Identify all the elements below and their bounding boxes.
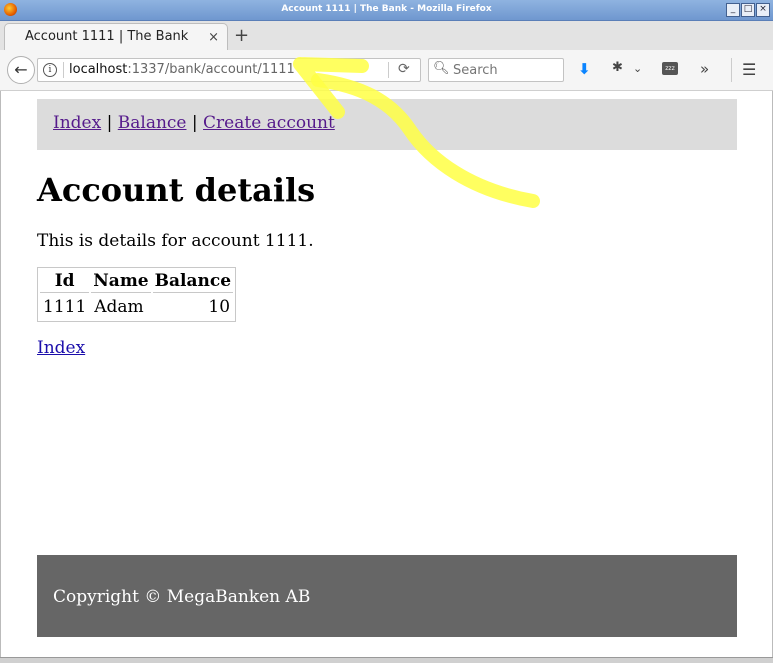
chevron-down-icon[interactable]: ⌄ xyxy=(633,62,642,75)
url-host: localhost xyxy=(69,62,128,77)
window-titlebar: Account 1111 | The Bank - Mozilla Firefo… xyxy=(0,0,773,21)
window-title: Account 1111 | The Bank - Mozilla Firefo… xyxy=(281,4,492,14)
search-input[interactable] xyxy=(451,61,563,79)
column-header-name: Name xyxy=(91,271,151,293)
cell-id: 1111 xyxy=(43,297,87,317)
page-footer: Copyright © MegaBanken AB xyxy=(37,555,737,637)
nav-separator: | xyxy=(106,113,113,133)
info-icon[interactable]: i xyxy=(43,63,57,77)
tab-account-1111[interactable]: Account 1111 | The Bank × xyxy=(4,23,228,51)
account-table: Id Name Balance 1111 Adam 10 xyxy=(37,267,237,322)
back-button[interactable]: ← xyxy=(7,56,35,84)
cell-balance: 10 xyxy=(208,297,231,317)
site-nav-links: Index | Balance | Create account xyxy=(53,113,335,133)
window-bottom-edge xyxy=(0,657,773,663)
nav-separator: | xyxy=(191,113,198,133)
download-icon[interactable]: ⬇ xyxy=(578,60,591,78)
minimize-button[interactable]: _ xyxy=(726,3,740,17)
urlbar-separator xyxy=(63,62,64,78)
sleep-tab-icon[interactable]: zzz xyxy=(662,62,678,75)
close-window-button[interactable]: × xyxy=(756,3,770,17)
navigation-toolbar: ← i localhost:1337/bank/account/1111 ⟳ 🔍… xyxy=(0,50,773,91)
cell-name: Adam xyxy=(94,297,144,317)
reload-icon[interactable]: ⟳ xyxy=(398,61,410,77)
page-title: Account details xyxy=(37,171,316,209)
page-description: This is details for account 1111. xyxy=(37,231,314,251)
url-bar[interactable]: i localhost:1337/bank/account/1111 ⟳ xyxy=(37,58,421,82)
new-tab-button[interactable]: + xyxy=(234,25,249,46)
page-content: Index | Balance | Create account Account… xyxy=(0,91,773,657)
nav-create-account-link[interactable]: Create account xyxy=(203,113,335,133)
toolbar-separator xyxy=(731,58,732,82)
tab-close-icon[interactable]: × xyxy=(208,30,219,45)
search-icon: 🔍︎ xyxy=(433,61,450,76)
nav-balance-link[interactable]: Balance xyxy=(118,113,187,133)
url-text[interactable]: localhost:1337/bank/account/1111 xyxy=(69,62,295,77)
index-link[interactable]: Index xyxy=(37,338,85,358)
search-bar[interactable]: 🔍︎ xyxy=(428,58,564,82)
column-header-id: Id xyxy=(40,270,90,293)
overflow-menu-icon[interactable]: » xyxy=(700,60,709,78)
url-path: :1337/bank/account/1111 xyxy=(127,62,295,77)
table-row: 1111 Adam 10 xyxy=(40,295,233,319)
maximize-button[interactable]: □ xyxy=(741,3,755,17)
column-header-balance: Balance xyxy=(152,271,234,293)
hamburger-menu-icon[interactable]: ☰ xyxy=(742,60,756,79)
extension-icon[interactable]: ✱ xyxy=(612,60,623,75)
table-header-row: Id Name Balance xyxy=(40,270,234,293)
site-nav: Index | Balance | Create account xyxy=(37,99,737,150)
tab-label: Account 1111 | The Bank xyxy=(25,29,189,44)
urlbar-separator-right xyxy=(388,62,389,78)
copyright-text: Copyright © MegaBanken AB xyxy=(53,587,311,607)
nav-index-link[interactable]: Index xyxy=(53,113,101,133)
tab-strip: Account 1111 | The Bank × + xyxy=(0,21,773,51)
